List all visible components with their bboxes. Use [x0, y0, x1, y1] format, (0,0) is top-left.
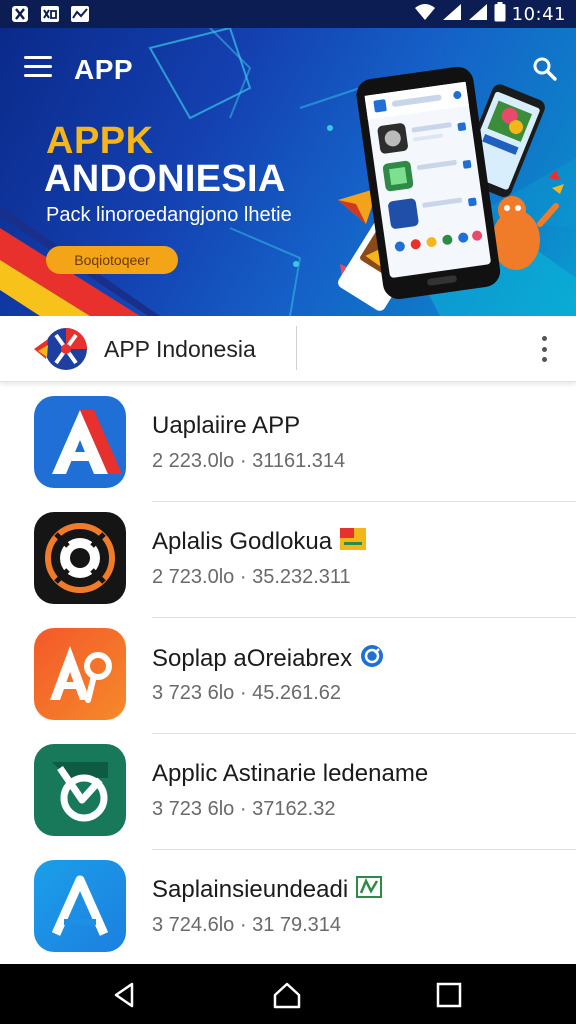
home-icon[interactable]: [272, 980, 302, 1010]
promo-banner[interactable]: APP APPK ANDONIESIA Pack linoroedangjono…: [0, 28, 576, 316]
list-item[interactable]: Saplainsieundeadi 3 724.6lo · 31 79.314: [0, 850, 576, 964]
status-bar: 10:41: [0, 0, 576, 28]
header-divider: [296, 326, 297, 370]
green-b-app-icon: [34, 744, 126, 836]
list-item[interactable]: Applic Astinarie ledename 3 723 6lo · 37…: [0, 734, 576, 850]
app-header-title: APP Indonesia: [104, 336, 256, 362]
flag-badge-icon: [340, 528, 367, 557]
app-logo: [32, 325, 90, 373]
orange-a-app-icon: [34, 628, 126, 720]
banner-subline: Pack linoroedangjono lhetie: [46, 204, 292, 226]
app-name: Saplainsieundeadi: [152, 876, 383, 905]
menu-icon[interactable]: [24, 56, 52, 80]
banner-headline-line1: APPK: [46, 120, 154, 162]
chart-icon: [70, 5, 90, 23]
red-a-app-icon: [34, 396, 126, 488]
x-logo-icon: [10, 5, 30, 23]
app-meta: 2 223.0lo · 31161.314: [152, 450, 346, 472]
app-header: APP Indonesia: [0, 316, 576, 382]
camera-lens-app-icon: [34, 512, 126, 604]
banner-toolbar: APP: [0, 28, 576, 108]
navigation-bar: [0, 964, 576, 1024]
search-icon[interactable]: [532, 56, 558, 82]
app-name: Applic Astinarie ledename: [152, 760, 429, 787]
recents-icon[interactable]: [434, 980, 464, 1010]
app-meta: 3 723 6lo · 37162.32: [152, 798, 336, 820]
list-item[interactable]: Aplalis Godlokua 2 723.0lo · 35.232.311: [0, 502, 576, 618]
status-notification-icons: [10, 5, 90, 23]
status-time: 10:41: [511, 3, 566, 25]
back-icon[interactable]: [110, 980, 140, 1010]
app-meta: 2 723.0lo · 35.232.311: [152, 566, 351, 588]
app-meta: 3 723 6lo · 45.261.62: [152, 682, 342, 704]
status-system-icons: 10:41: [414, 1, 566, 27]
banner-cta-button[interactable]: Boqiotoqeer: [46, 246, 178, 274]
signal-icon: [468, 3, 488, 26]
list-item[interactable]: Soplap aOreiabrex 3 723 6lo · 45.261.62: [0, 618, 576, 734]
signal-icon: [442, 3, 462, 26]
app-name: Aplalis Godlokua: [152, 528, 367, 557]
app-list: Uaplaiire APP 2 223.0lo · 31161.314 Apla…: [0, 386, 576, 964]
verified-badge-icon: [360, 644, 384, 675]
app-title: APP: [74, 54, 134, 85]
app-name: Uaplaiire APP: [152, 412, 301, 439]
app-name: Soplap aOreiabrex: [152, 644, 384, 675]
battery-icon: [494, 1, 506, 27]
banner-headline-line2: ANDONIESIA: [44, 158, 286, 200]
blue-a-app-icon: [34, 860, 126, 952]
gallery-icon: [40, 5, 60, 23]
app-meta: 3 724.6lo · 31 79.314: [152, 914, 342, 936]
chart-badge-icon: [356, 876, 383, 905]
wifi-icon: [414, 3, 436, 26]
more-options-icon[interactable]: [536, 334, 552, 364]
list-item[interactable]: Uaplaiire APP 2 223.0lo · 31161.314: [0, 386, 576, 502]
